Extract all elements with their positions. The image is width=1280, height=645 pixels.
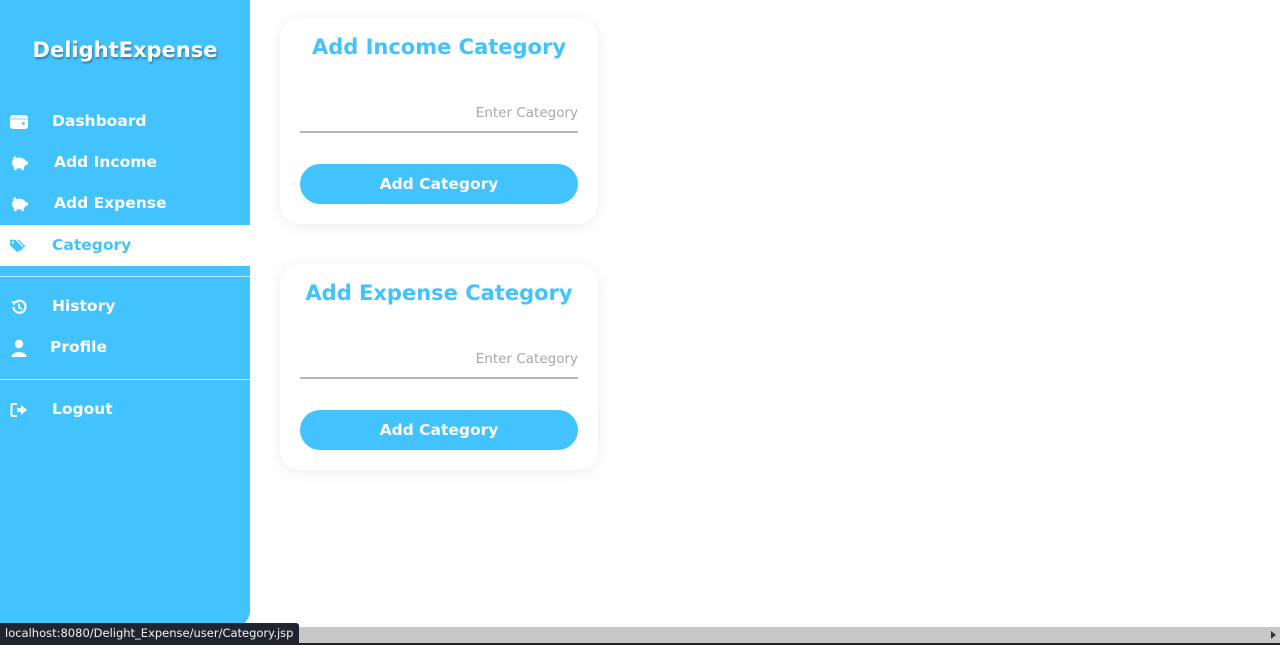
- sidebar-item-label: Category: [52, 236, 132, 254]
- sign-out-icon: [10, 403, 27, 417]
- brand-logo[interactable]: DelightExpense: [0, 38, 250, 62]
- sidebar-item-label: History: [52, 297, 116, 315]
- income-category-input[interactable]: [300, 95, 578, 133]
- scroll-right-arrow-icon[interactable]: [1271, 631, 1276, 639]
- sidebar: DelightExpense Dashboard Add Income Add …: [0, 0, 250, 627]
- sidebar-item-history[interactable]: History: [0, 286, 250, 327]
- sidebar-item-label: Add Income: [54, 153, 157, 171]
- add-income-category-button[interactable]: Add Category: [300, 164, 578, 204]
- piggy-bank-icon: [11, 155, 28, 171]
- expense-category-card: Add Expense Category Add Category: [280, 264, 598, 470]
- sidebar-divider: [0, 276, 250, 277]
- tags-icon: [10, 239, 26, 253]
- expense-card-title: Add Expense Category: [305, 281, 573, 305]
- user-icon: [11, 339, 27, 357]
- sidebar-item-add-income[interactable]: Add Income: [0, 142, 250, 183]
- history-icon: [11, 299, 27, 314]
- sidebar-item-label: Add Expense: [54, 194, 167, 212]
- sidebar-item-label: Logout: [52, 400, 113, 418]
- sidebar-item-label: Dashboard: [52, 112, 147, 130]
- add-expense-category-button[interactable]: Add Category: [300, 410, 578, 450]
- sidebar-item-category[interactable]: Category: [0, 225, 250, 266]
- income-card-title: Add Income Category: [311, 35, 567, 59]
- income-category-card: Add Income Category Add Category: [280, 18, 598, 224]
- sidebar-item-logout[interactable]: Logout: [0, 389, 250, 430]
- sidebar-divider: [0, 379, 250, 380]
- sidebar-item-profile[interactable]: Profile: [0, 327, 250, 368]
- status-bar-url: localhost:8080/Delight_Expense/user/Cate…: [0, 623, 300, 643]
- sidebar-item-label: Profile: [50, 338, 107, 356]
- sidebar-item-add-expense[interactable]: Add Expense: [0, 183, 250, 224]
- sidebar-item-dashboard[interactable]: Dashboard: [0, 101, 250, 142]
- wallet-icon: [10, 115, 28, 129]
- expense-category-input[interactable]: [300, 341, 578, 379]
- piggy-bank-icon: [11, 196, 28, 212]
